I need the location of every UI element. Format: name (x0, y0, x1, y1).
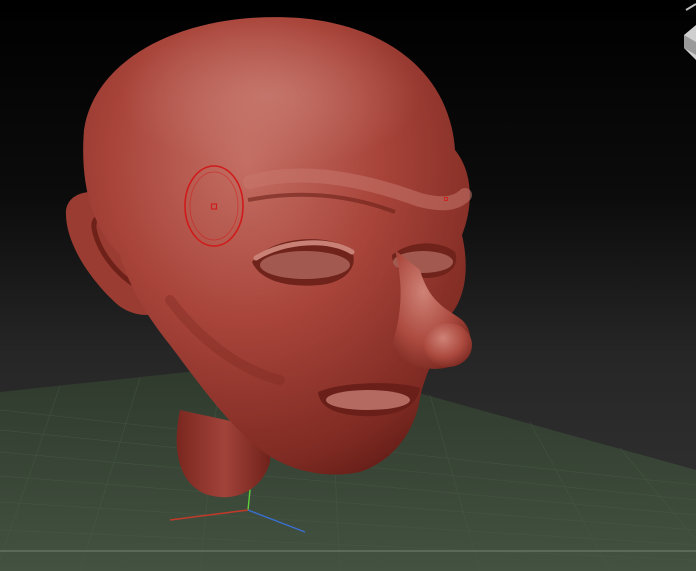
navigation-cube-icon[interactable] (684, 3, 696, 60)
3d-viewport[interactable] (0, 0, 696, 571)
